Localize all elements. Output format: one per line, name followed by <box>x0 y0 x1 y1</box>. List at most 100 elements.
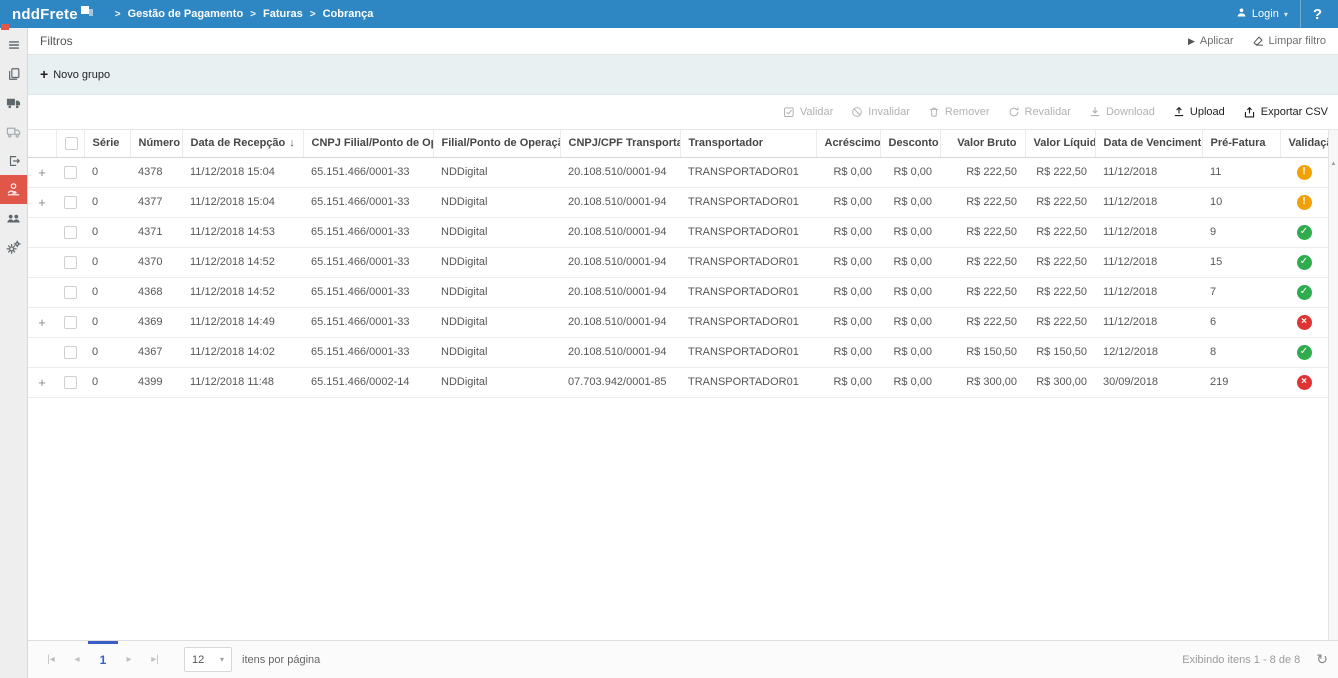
revalidar-button: Revalidar <box>1008 106 1071 118</box>
page-first-button[interactable]: |◂ <box>38 654 64 665</box>
sidebar-item-truck[interactable] <box>0 88 27 117</box>
cell-acrescimo: R$ 0,00 <box>816 367 880 398</box>
column-header-cnpj_filial[interactable]: CNPJ Filial/Ponto de Operação <box>302 130 433 158</box>
column-header-pre_fatura[interactable]: Pré-Fatura <box>1201 130 1280 158</box>
cell-data_recepcao: 11/12/2018 15:04 <box>182 157 303 188</box>
apply-label: Aplicar <box>1199 35 1234 47</box>
row-checkbox[interactable] <box>64 345 77 359</box>
page-next-button[interactable]: ▸ <box>116 654 142 665</box>
sidebar-item-exit[interactable] <box>0 146 27 175</box>
sidebar-item-hand-coin[interactable] <box>0 175 27 204</box>
column-header-numero[interactable]: Número <box>129 130 182 158</box>
sidebar-item-truck-outline[interactable] <box>0 117 27 146</box>
column-header-cnpj_cpf[interactable]: CNPJ/CPF Transportador <box>559 130 680 158</box>
row-checkbox[interactable] <box>64 165 77 179</box>
cell-data_vencimento: 11/12/2018 <box>1095 217 1202 248</box>
cell-cnpj_cpf: 20.108.510/0001-94 <box>560 187 680 218</box>
cell-validacao: ✓ <box>1280 277 1328 308</box>
breadcrumb-item-gestao-de-pagamento[interactable]: Gestão de Pagamento <box>128 8 244 20</box>
chevron-down-icon: ▾ <box>1283 9 1288 19</box>
help-button[interactable]: ? <box>1301 6 1326 23</box>
cell-desconto: R$ 0,00 <box>880 367 940 398</box>
expand-row-button[interactable]: + <box>38 165 46 180</box>
cell-transportador: TRANSPORTADOR01 <box>680 277 816 308</box>
column-header-data_vencimento[interactable]: Data de Vencimento <box>1094 130 1202 158</box>
column-header-valor_liquido[interactable]: Valor Líquido <box>1024 130 1095 158</box>
row-checkbox[interactable] <box>64 195 77 209</box>
column-header-serie[interactable]: Série <box>83 130 130 158</box>
sidebar-item-documents[interactable] <box>0 59 27 88</box>
cell-filial: NDDigital <box>433 277 560 308</box>
page-prev-button[interactable]: ◂ <box>64 654 90 665</box>
table-row: 0 4370 11/12/2018 14:52 65.151.466/0001-33 N… <box>28 247 1328 278</box>
column-header-acrescimo[interactable]: Acréscimo <box>815 130 880 158</box>
page-last-button[interactable]: ▸| <box>142 654 168 665</box>
clear-filter-button[interactable]: Limpar filtro <box>1252 35 1326 47</box>
column-header-data_recepcao[interactable]: Data de Recepção ↓ <box>181 130 303 158</box>
sidebar-item-menu[interactable] <box>0 30 27 59</box>
scroll-up-icon[interactable]: ▲ <box>1329 161 1338 167</box>
exportar-csv-button[interactable]: Exportar CSV <box>1243 106 1328 119</box>
page-size-select[interactable]: 12 ▾ <box>184 647 232 672</box>
row-checkbox[interactable] <box>64 285 77 299</box>
cell-pre_fatura: 9 <box>1202 217 1280 248</box>
table-row: +0 4369 11/12/2018 14:49 65.151.466/0001-33… <box>28 307 1328 338</box>
expand-row-button[interactable]: + <box>38 375 46 390</box>
cell-valor_liquido: R$ 222,50 <box>1025 247 1095 278</box>
column-header-valor_bruto[interactable]: Valor Bruto <box>939 130 1025 158</box>
plus-icon: + <box>40 66 49 82</box>
cell-cnpj_filial: 65.151.466/0001-33 <box>303 337 433 368</box>
column-label: Filial/Ponto de Operação <box>441 137 561 150</box>
cell-valor_liquido: R$ 222,50 <box>1025 157 1095 188</box>
remover-label: Remover <box>944 106 990 118</box>
row-checkbox[interactable] <box>64 255 77 269</box>
cell-acrescimo: R$ 0,00 <box>816 277 880 308</box>
cell-acrescimo: R$ 0,00 <box>816 337 880 368</box>
new-group-button[interactable]: + Novo grupo <box>40 66 110 82</box>
page-number-button[interactable]: 1 <box>88 640 118 667</box>
column-header-checkbox[interactable] <box>55 130 84 158</box>
breadcrumb-item-faturas[interactable]: Faturas <box>263 8 303 20</box>
cell-expand: + <box>28 307 56 338</box>
app-logo[interactable]: nddFrete <box>12 5 94 23</box>
column-header-validacao[interactable]: Validação <box>1279 130 1328 158</box>
login-menu[interactable]: Login ▾ <box>1224 0 1300 28</box>
cell-validacao: ! <box>1280 157 1328 188</box>
cell-pre_fatura: 8 <box>1202 337 1280 368</box>
pagination-bar: |◂ ◂ 1 ▸ ▸| 12 ▾ itens por página Exibin… <box>28 640 1338 678</box>
apply-filter-button[interactable]: ▶ Aplicar <box>1188 35 1234 47</box>
upload-button[interactable]: Upload <box>1173 106 1225 118</box>
column-header-transportador[interactable]: Transportador <box>679 130 816 158</box>
cell-valor_bruto: R$ 300,00 <box>940 367 1025 398</box>
filter-group-panel: + Novo grupo <box>28 55 1338 95</box>
expand-row-button[interactable]: + <box>38 195 46 210</box>
hand-coin-icon <box>6 182 21 197</box>
cell-cnpj_filial: 65.151.466/0001-33 <box>303 307 433 338</box>
cell-filial: NDDigital <box>433 187 560 218</box>
column-header-filial[interactable]: Filial/Ponto de Operação <box>432 130 561 158</box>
main-content: Filtros ▶ Aplicar Limpar filtro + Novo g… <box>28 28 1338 678</box>
login-label: Login <box>1251 8 1279 20</box>
column-label: Série <box>92 137 120 150</box>
select-all-checkbox[interactable] <box>64 136 78 150</box>
row-checkbox[interactable] <box>64 315 77 329</box>
validar-button: Validar <box>783 106 833 118</box>
breadcrumb-item-cobranca[interactable]: Cobrança <box>323 8 374 20</box>
cell-valor_liquido: R$ 222,50 <box>1025 277 1095 308</box>
page-size-value: 12 <box>192 653 205 666</box>
sidebar-item-gears[interactable] <box>0 233 27 262</box>
column-header-desconto[interactable]: Desconto <box>879 130 940 158</box>
cell-valor_bruto: R$ 222,50 <box>940 247 1025 278</box>
refresh-button[interactable]: ↻ <box>1316 651 1328 668</box>
row-checkbox[interactable] <box>64 225 77 239</box>
cell-data_recepcao: 11/12/2018 14:52 <box>182 277 303 308</box>
download-button: Download <box>1089 106 1155 118</box>
vertical-scrollbar[interactable]: ▲ <box>1328 130 1338 640</box>
cell-checkbox <box>56 307 84 338</box>
row-checkbox[interactable] <box>64 375 77 389</box>
table-row: +0 4399 11/12/2018 11:48 65.151.466/0002-14… <box>28 367 1328 398</box>
cell-checkbox <box>56 277 84 308</box>
expand-row-button[interactable]: + <box>38 315 46 330</box>
person-icon <box>1236 7 1247 21</box>
sidebar-item-users[interactable] <box>0 204 27 233</box>
